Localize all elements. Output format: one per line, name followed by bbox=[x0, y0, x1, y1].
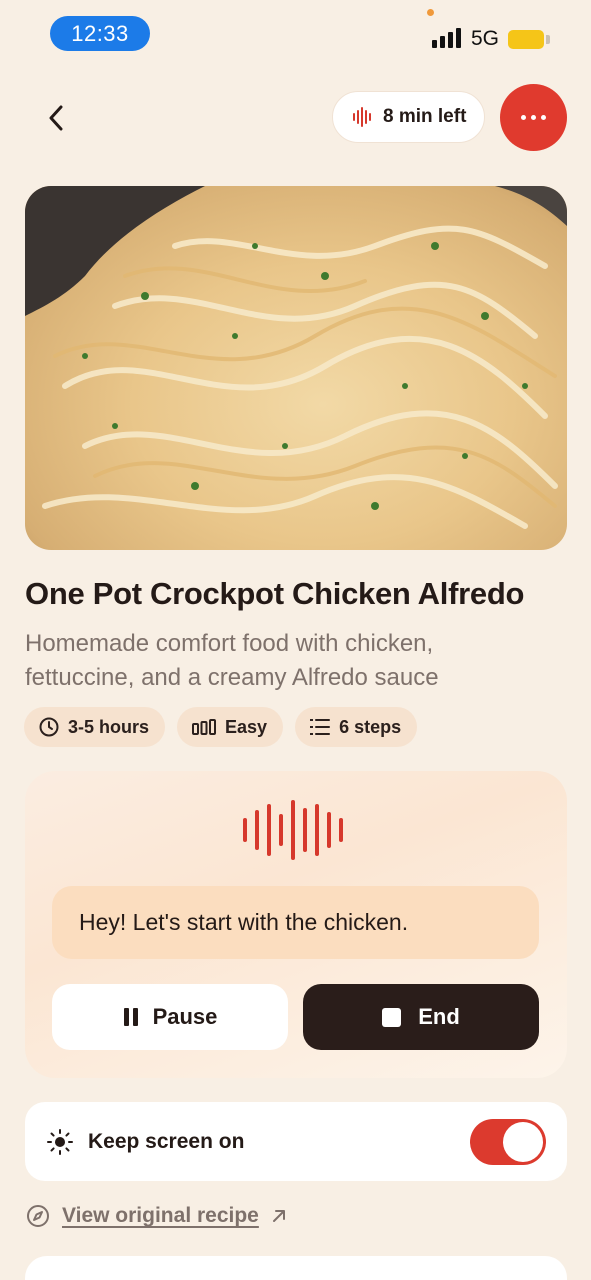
audio-wave-icon bbox=[353, 107, 371, 127]
bars-icon bbox=[192, 719, 217, 735]
next-section-card bbox=[25, 1256, 567, 1280]
time-left-label: 8 min left bbox=[383, 106, 467, 127]
recipe-image bbox=[25, 186, 567, 550]
end-label: End bbox=[418, 1004, 460, 1029]
recipe-description: Homemade comfort food with chicken, fett… bbox=[25, 630, 439, 691]
back-button[interactable] bbox=[36, 98, 76, 138]
end-button[interactable]: End bbox=[303, 984, 539, 1050]
pause-icon bbox=[123, 1008, 138, 1026]
duration-chip: 3-5 hours bbox=[24, 707, 166, 747]
difficulty-label: Easy bbox=[225, 716, 268, 737]
stop-icon bbox=[382, 1007, 402, 1027]
recipe-title: One Pot Crockpot Chicken Alfredo bbox=[25, 576, 525, 611]
battery-icon bbox=[508, 30, 544, 49]
difficulty-chip: Easy bbox=[177, 707, 284, 747]
list-icon bbox=[310, 719, 331, 735]
time-left-pill[interactable]: 8 min left bbox=[332, 91, 485, 143]
more-options-button[interactable] bbox=[500, 84, 567, 151]
clock-icon bbox=[39, 717, 59, 737]
pause-button[interactable]: Pause bbox=[52, 984, 288, 1050]
view-original-recipe-link[interactable]: View original recipe bbox=[26, 1204, 287, 1228]
network-label: 5G bbox=[471, 27, 500, 50]
steps-label: 6 steps bbox=[339, 716, 402, 737]
status-bar: 12:33 5G bbox=[0, 0, 591, 70]
external-arrow-icon bbox=[272, 1210, 285, 1222]
chevron-left-icon bbox=[49, 105, 63, 131]
status-time: 12:33 bbox=[50, 16, 150, 51]
signal-icon bbox=[432, 28, 464, 48]
battery-tip bbox=[546, 35, 550, 44]
view-original-recipe-label: View original recipe bbox=[62, 1204, 259, 1227]
recipe-meta-chips: 3-5 hours Easy 6 steps bbox=[24, 707, 418, 747]
steps-chip: 6 steps bbox=[295, 707, 418, 747]
privacy-indicator bbox=[427, 9, 434, 16]
duration-label: 3-5 hours bbox=[68, 716, 150, 737]
voice-waveform-icon bbox=[243, 800, 349, 860]
keep-screen-on-label: Keep screen on bbox=[88, 1129, 245, 1153]
more-dots-icon bbox=[521, 115, 526, 120]
assistant-message: Hey! Let's start with the chicken. bbox=[52, 886, 539, 959]
sun-icon bbox=[47, 1128, 73, 1155]
compass-icon bbox=[27, 1205, 49, 1227]
keep-screen-on-toggle[interactable] bbox=[470, 1119, 546, 1165]
toggle-knob bbox=[503, 1122, 543, 1162]
pause-label: Pause bbox=[152, 1004, 218, 1029]
